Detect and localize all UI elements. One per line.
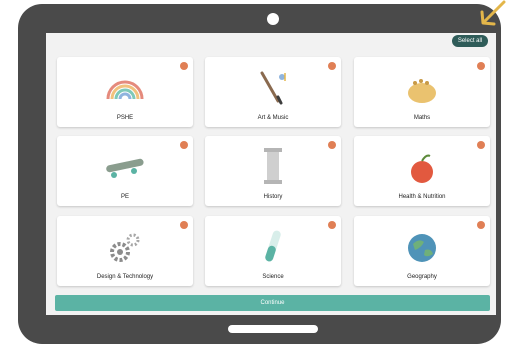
check-icon (328, 221, 336, 229)
subject-card-pe[interactable]: PE (57, 136, 193, 206)
subject-label: History (263, 194, 283, 200)
abacus-icon (408, 79, 436, 103)
subject-label: Design & Technology (96, 274, 154, 280)
apple-icon (411, 154, 433, 183)
subject-label: Geography (407, 274, 437, 280)
gears-icon (110, 233, 140, 262)
select-all-button[interactable]: Select all (452, 35, 488, 47)
check-icon (477, 221, 485, 229)
subject-card-design-technology[interactable]: Design & Technology (57, 216, 193, 286)
subject-card-pshe[interactable]: PSHE (57, 57, 193, 127)
rainbow-icon (106, 80, 144, 100)
home-bar (228, 325, 318, 333)
subject-card-history[interactable]: History (205, 136, 341, 206)
subject-card-science[interactable]: Science (205, 216, 341, 286)
column-icon (264, 148, 282, 184)
subject-card-maths[interactable]: Maths (354, 57, 490, 127)
continue-button[interactable]: Continue (55, 295, 490, 311)
pointer-arrow-icon (480, 0, 506, 26)
subject-label: PE (120, 194, 129, 200)
subject-card-geography[interactable]: Geography (354, 216, 490, 286)
check-icon (180, 141, 188, 149)
check-icon (328, 141, 336, 149)
globe-icon (408, 234, 436, 262)
camera-icon (267, 13, 279, 25)
paintbrush-icon (260, 71, 286, 105)
test-tube-icon (265, 230, 281, 262)
check-icon (328, 62, 336, 70)
skateboard-icon (106, 158, 144, 178)
subject-label: Science (262, 274, 284, 280)
check-icon (180, 221, 188, 229)
check-icon (477, 62, 485, 70)
subject-label: Health & Nutrition (398, 194, 446, 200)
subject-label: PSHE (116, 115, 134, 121)
subject-label: Art & Music (257, 115, 289, 121)
subject-card-art-music[interactable]: Art & Music (205, 57, 341, 127)
check-icon (477, 141, 485, 149)
check-icon (180, 62, 188, 70)
subject-card-health-nutrition[interactable]: Health & Nutrition (354, 136, 490, 206)
subject-label: Maths (413, 115, 431, 121)
